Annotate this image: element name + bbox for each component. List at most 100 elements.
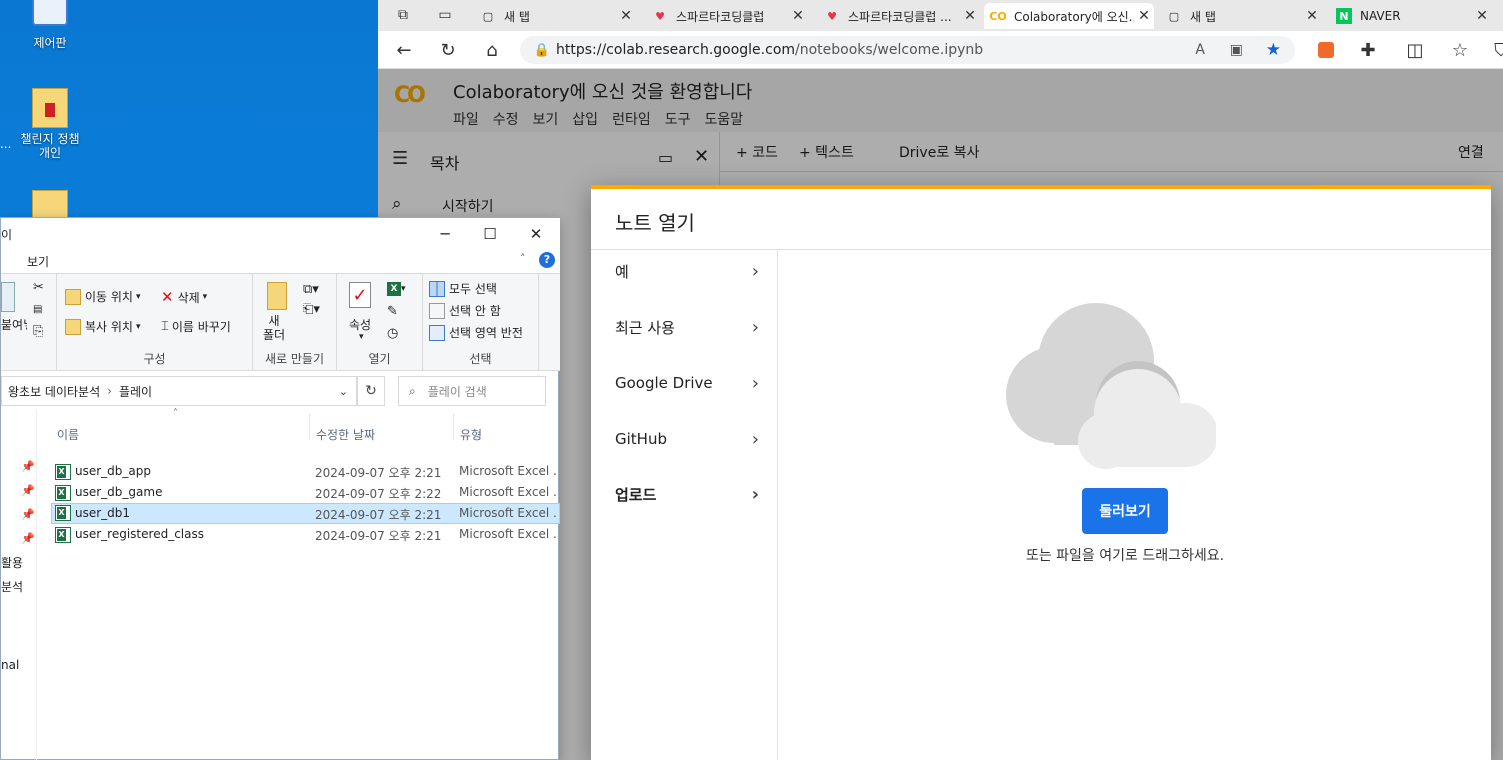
pin-icon[interactable]: 📌 (21, 508, 35, 521)
close-icon[interactable]: ✕ (960, 8, 980, 24)
tab-new-2[interactable]: ▢ 새 탭 ✕ (1160, 3, 1322, 29)
file-type: Microsoft Excel ... (459, 464, 557, 478)
tab-sparta-2[interactable]: ♥ 스파르타코딩클럽 ... ✕ (818, 3, 980, 29)
paste-button[interactable]: 붙여넣기 (1, 316, 27, 333)
explorer-titlebar[interactable]: 이 ─ ☐ ✕ (1, 218, 560, 249)
rename-button[interactable]: ⌶ 이름 바꾸기 (161, 318, 231, 335)
file-name: user_db1 (75, 506, 131, 520)
document-icon (32, 190, 68, 220)
nav-item[interactable]: 활용 (1, 554, 23, 571)
refresh-icon[interactable]: ↻ (357, 376, 385, 406)
maximize-icon[interactable]: ☐ (467, 218, 513, 249)
close-icon[interactable]: ✕ (1302, 8, 1322, 24)
column-type[interactable]: 유형 (460, 426, 482, 443)
cut-icon[interactable]: ✂ (33, 280, 44, 295)
chevron-up-icon[interactable]: ˄ (520, 252, 526, 265)
tab-new-1[interactable]: ▢ 새 탭 ✕ (474, 3, 636, 29)
close-icon[interactable]: ✕ (788, 8, 808, 24)
collections-icon[interactable]: ⛉ (1488, 38, 1503, 62)
nav-google-drive[interactable]: Google Drive › (591, 355, 777, 411)
immersive-reader-icon[interactable]: ▣ (1230, 42, 1243, 58)
column-separator[interactable] (453, 414, 454, 440)
history-icon[interactable]: ◷ (387, 326, 398, 341)
edit-icon[interactable]: ✎ (387, 304, 398, 319)
nav-github[interactable]: GitHub › (591, 411, 777, 467)
column-separator[interactable] (309, 414, 310, 440)
url-field[interactable]: 🔒 https://colab.research.google.com/note… (520, 36, 1295, 64)
excel-file-icon (55, 485, 71, 501)
chevron-down-icon[interactable]: ⌄ (339, 385, 348, 398)
copy-path-icon[interactable]: ▤ (33, 304, 42, 315)
favorites-icon[interactable]: ☆ (1447, 38, 1473, 62)
delete-button[interactable]: ✕ 삭제 ▾ (161, 288, 207, 306)
breadcrumb[interactable]: 왕초보 데이타분석 › 플레이 ⌄ (1, 376, 357, 406)
minimize-icon[interactable]: ─ (422, 218, 468, 249)
chevron-down-icon[interactable]: ▾ (359, 332, 364, 342)
cloud-upload-icon (1006, 303, 1216, 469)
new-folder-button[interactable]: 새 폴더 (263, 314, 285, 342)
tab-actions-icon[interactable]: ▭ (432, 3, 458, 27)
split-screen-icon[interactable]: ◫ (1402, 38, 1428, 62)
paste-shortcut-icon[interactable]: ⎘ (33, 324, 43, 339)
close-icon[interactable]: ✕ (1472, 8, 1492, 24)
open-excel-icon[interactable]: X ▾ (387, 282, 406, 296)
chevron-right-icon: › (751, 428, 759, 450)
tab-naver[interactable]: N NAVER ✕ (1330, 3, 1492, 29)
tab-colab[interactable]: CO Colaboratory에 오신... ✕ (984, 3, 1154, 29)
table-row-selected[interactable]: user_db1 2024-09-07 오후 2:21 Microsoft Ex… (51, 503, 560, 524)
navigation-pane: 📌 📌 📌 📌 활용 분석 nal (1, 410, 37, 760)
search-placeholder: 플레이 검색 (427, 384, 487, 399)
nav-examples[interactable]: 예 › (591, 243, 777, 299)
extension-icon[interactable] (1313, 38, 1339, 62)
favorite-star-icon[interactable]: ★ (1266, 40, 1281, 60)
move-folder-icon (65, 288, 81, 305)
breadcrumb-parent[interactable]: 왕초보 데이타분석 (8, 383, 100, 400)
folder-shortcut[interactable]: 챌린지 정챔 개인 (0, 88, 100, 160)
loading-progress-bar (591, 185, 1491, 189)
address-bar: ← ↻ ⌂ 🔒 https://colab.research.google.co… (378, 31, 1503, 69)
nav-item[interactable]: nal (1, 658, 19, 672)
table-row[interactable]: user_registered_class 2024-09-07 오후 2:21… (51, 524, 560, 545)
table-row[interactable]: user_db_app 2024-09-07 오후 2:21 Microsoft… (51, 461, 560, 482)
move-to-button[interactable]: 이동 위치 ▾ (65, 288, 141, 305)
new-item-icon[interactable]: ⧉▾ (303, 282, 319, 297)
easy-access-icon[interactable]: ⎗▾ (303, 302, 320, 317)
tab-sparta-1[interactable]: ♥ 스파르타코딩클럽 ✕ (646, 3, 808, 29)
invert-selection-label: 선택 영역 반전 (449, 326, 523, 340)
properties-button[interactable]: 속성 (349, 316, 371, 333)
invert-selection-button[interactable]: 선택 영역 반전 (429, 324, 523, 341)
new-folder-icon (267, 282, 287, 310)
pin-icon[interactable]: 📌 (21, 532, 35, 545)
close-icon[interactable]: ✕ (1134, 8, 1154, 24)
dialog-title: 노트 열기 (615, 211, 695, 235)
copy-to-button[interactable]: 복사 위치 ▾ (65, 318, 141, 335)
excel-file-icon (55, 464, 71, 480)
column-name[interactable]: 이름 (57, 426, 79, 443)
workspaces-icon[interactable]: ⧉ (390, 3, 416, 27)
select-none-button[interactable]: 선택 안 함 (429, 302, 501, 319)
tab-view[interactable]: 보기 (27, 253, 49, 270)
control-panel-shortcut[interactable]: 제어판 (0, 0, 100, 51)
browse-button[interactable]: 둘러보기 (1082, 488, 1168, 534)
home-icon[interactable]: ⌂ (479, 38, 505, 62)
help-icon[interactable]: ? (539, 252, 555, 268)
close-icon[interactable]: ✕ (513, 218, 559, 249)
select-all-icon (429, 280, 445, 297)
nav-item[interactable]: 분석 (1, 578, 23, 595)
organize-group: 이동 위치 ▾ 복사 위치 ▾ ✕ 삭제 ▾ ⌶ 이름 바꾸기 구성 (57, 274, 253, 370)
nav-upload[interactable]: 업로드 › (591, 466, 777, 522)
select-all-button[interactable]: 모두 선택 (429, 280, 497, 297)
breadcrumb-current[interactable]: 플레이 (119, 383, 152, 400)
back-icon[interactable]: ← (391, 38, 417, 62)
pin-icon[interactable]: 📌 (21, 484, 35, 497)
tab-label: 스파르타코딩클럽 ... (848, 9, 952, 24)
read-aloud-icon[interactable]: A (1195, 42, 1205, 58)
pin-icon[interactable]: 📌 (21, 460, 35, 473)
nav-recent[interactable]: 최근 사용 › (591, 299, 777, 355)
close-icon[interactable]: ✕ (616, 8, 636, 24)
refresh-icon[interactable]: ↻ (435, 38, 461, 62)
table-row[interactable]: user_db_game 2024-09-07 오후 2:22 Microsof… (51, 482, 560, 503)
search-field[interactable]: ⌕ 플레이 검색 (398, 376, 546, 406)
extensions-puzzle-icon[interactable]: ✚ (1355, 38, 1381, 62)
column-date[interactable]: 수정한 날짜 (316, 426, 375, 443)
